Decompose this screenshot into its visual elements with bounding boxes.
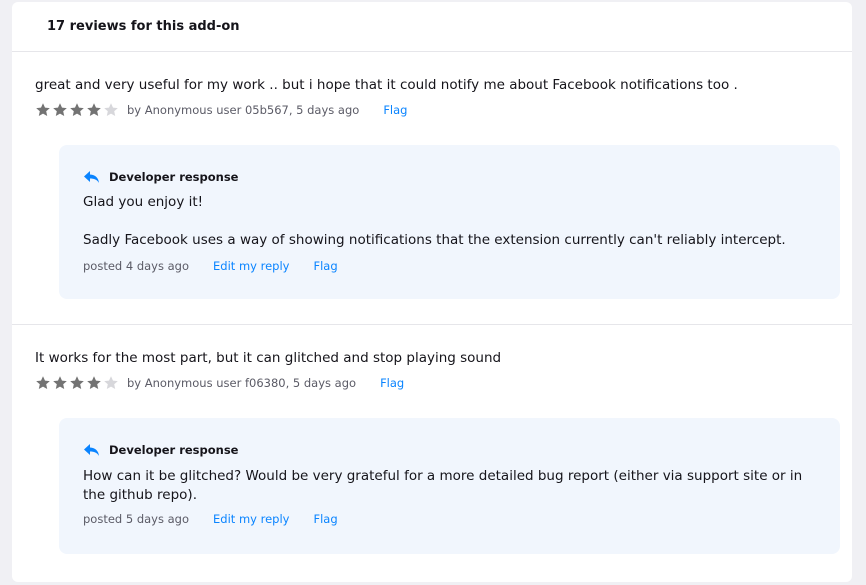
star-empty-icon <box>103 102 119 118</box>
edit-reply-link[interactable]: Edit my reply <box>213 512 289 526</box>
reply-icon <box>83 170 101 184</box>
star-filled-icon <box>69 375 85 391</box>
flag-review-link[interactable]: Flag <box>383 103 407 117</box>
star-rating <box>35 375 119 391</box>
review-meta: by Anonymous user 05b567, 5 days ago Fla… <box>35 102 407 118</box>
star-filled-icon <box>86 375 102 391</box>
flag-review-link[interactable]: Flag <box>380 376 404 390</box>
star-filled-icon <box>69 102 85 118</box>
flag-response-link[interactable]: Flag <box>313 259 337 273</box>
developer-response-text: Glad you enjoy it! <box>83 194 204 210</box>
review-body: great and very useful for my work .. but… <box>35 77 738 93</box>
developer-response-meta: posted 5 days ago Edit my reply Flag <box>83 512 338 526</box>
reviews-card: 17 reviews for this add-on great and ver… <box>12 2 852 582</box>
developer-response: Developer response How can it be glitche… <box>59 418 840 554</box>
reviews-header: 17 reviews for this add-on <box>12 2 852 52</box>
review-item: It works for the most part, but it can g… <box>12 324 852 585</box>
star-filled-icon <box>86 102 102 118</box>
developer-response-heading: Developer response <box>83 170 238 184</box>
developer-response-text: Sadly Facebook uses a way of showing not… <box>83 232 786 248</box>
star-rating <box>35 102 119 118</box>
review-item: great and very useful for my work .. but… <box>12 52 852 324</box>
review-body: It works for the most part, but it can g… <box>35 350 502 366</box>
response-posted-date: posted 5 days ago <box>83 512 190 526</box>
star-filled-icon <box>52 102 68 118</box>
developer-response-label: Developer response <box>109 170 239 184</box>
star-empty-icon <box>103 375 119 391</box>
response-posted-date: posted 4 days ago <box>83 259 190 273</box>
star-filled-icon <box>35 102 51 118</box>
developer-response-text: How can it be glitched? Would be very gr… <box>83 468 803 503</box>
star-filled-icon <box>35 375 51 391</box>
developer-response: Developer response Glad you enjoy it! Sa… <box>59 145 840 299</box>
star-filled-icon <box>52 375 68 391</box>
reply-icon <box>83 443 101 457</box>
developer-response-meta: posted 4 days ago Edit my reply Flag <box>83 259 338 273</box>
review-meta: by Anonymous user f06380, 5 days ago Fla… <box>35 375 404 391</box>
developer-response-label: Developer response <box>109 443 239 457</box>
reviews-title: 17 reviews for this add-on <box>47 19 240 34</box>
review-byline: by Anonymous user f06380, 5 days ago <box>127 376 357 390</box>
edit-reply-link[interactable]: Edit my reply <box>213 259 289 273</box>
review-byline: by Anonymous user 05b567, 5 days ago <box>127 103 360 117</box>
flag-response-link[interactable]: Flag <box>313 512 337 526</box>
developer-response-heading: Developer response <box>83 443 238 457</box>
